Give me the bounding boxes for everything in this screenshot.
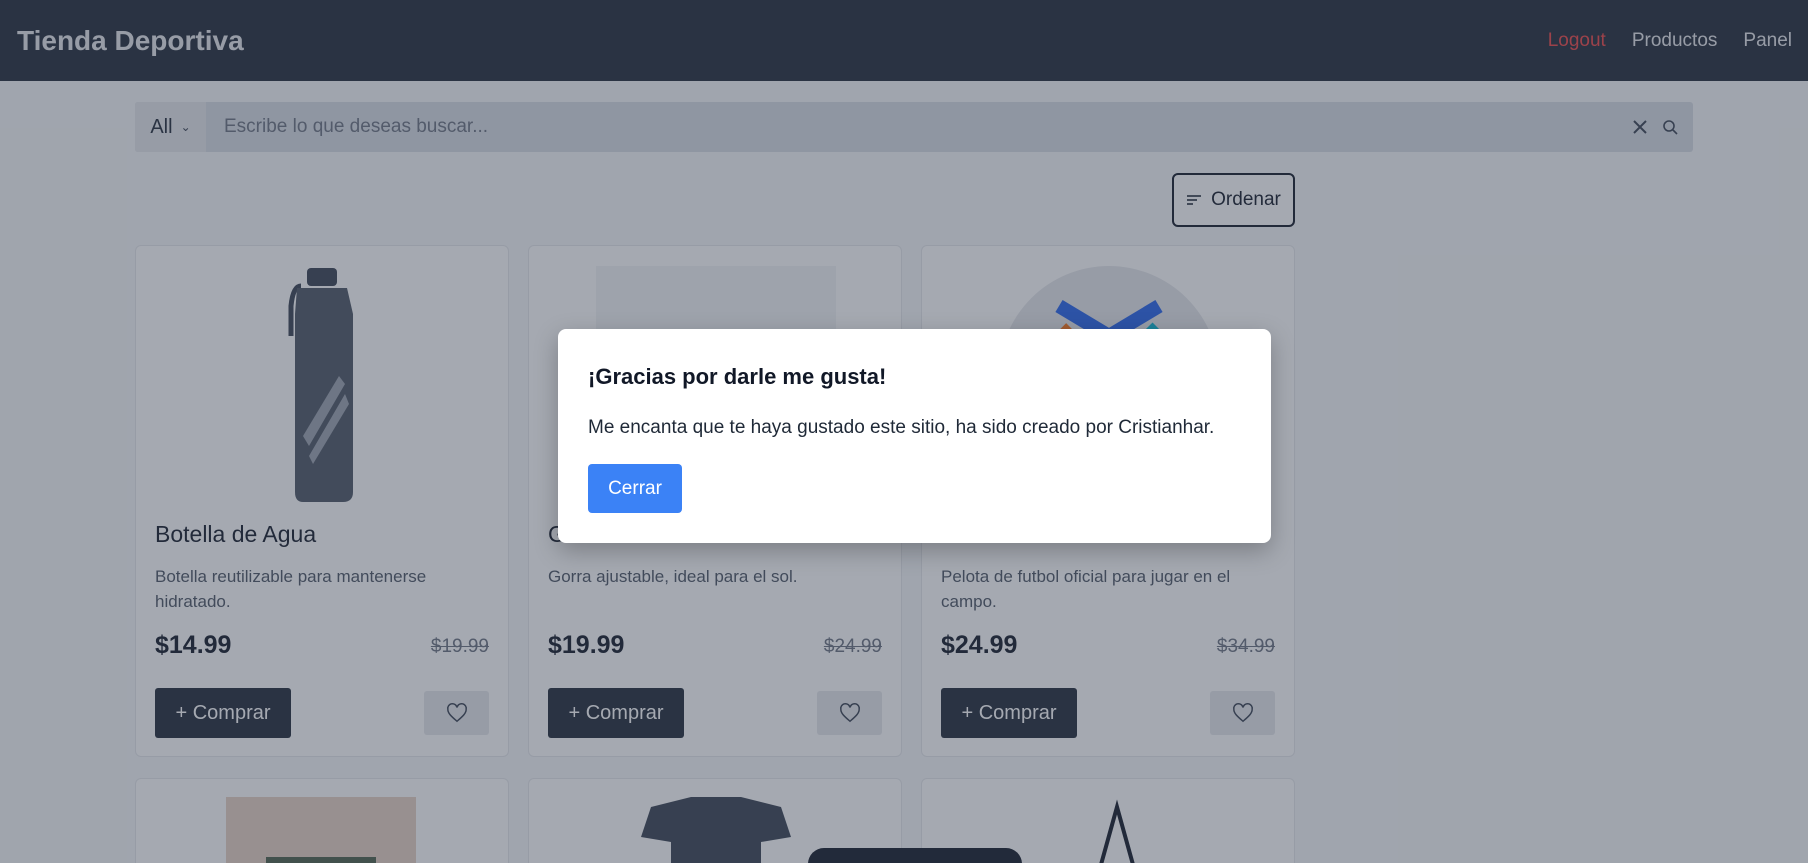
- close-button[interactable]: Cerrar: [588, 464, 682, 513]
- like-dialog: ¡Gracias por darle me gusta! Me encanta …: [558, 329, 1271, 543]
- dialog-message: Me encanta que te haya gustado este siti…: [588, 417, 1215, 438]
- dialog-title: ¡Gracias por darle me gusta!: [588, 364, 887, 389]
- page: Tienda Deportiva Logout Productos Panel …: [0, 0, 1808, 863]
